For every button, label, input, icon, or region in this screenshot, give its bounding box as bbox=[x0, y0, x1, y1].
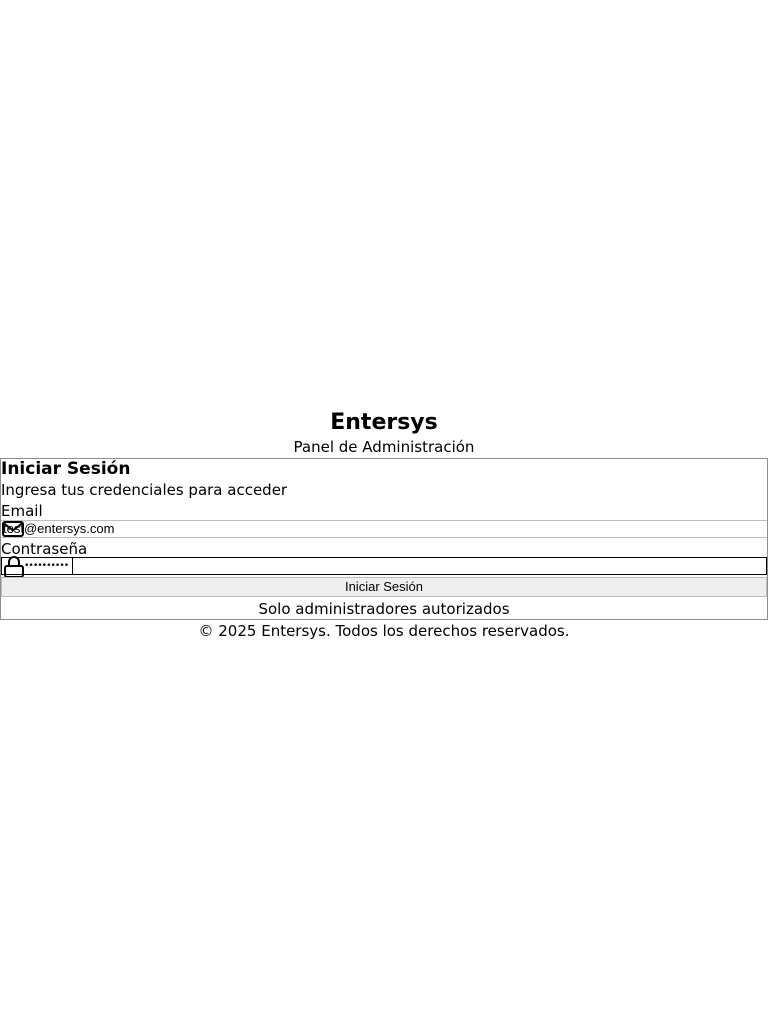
brand-subtitle: Panel de Administración bbox=[293, 438, 475, 456]
footer-copyright: © 2025 Entersys. Todos los derechos rese… bbox=[198, 622, 570, 640]
password-field[interactable] bbox=[1, 556, 767, 578]
brand-title: Entersys bbox=[330, 410, 438, 435]
email-field[interactable] bbox=[1, 520, 767, 538]
login-submit-button[interactable]: Iniciar Sesión bbox=[1, 577, 767, 597]
password-input[interactable] bbox=[24, 558, 73, 574]
login-page: Entersys Panel de Administración Iniciar… bbox=[0, 0, 768, 1024]
email-label: Email bbox=[1, 502, 43, 520]
login-card: Iniciar Sesión Ingresa tus credenciales … bbox=[0, 458, 768, 620]
login-description: Ingresa tus credenciales para acceder bbox=[1, 481, 288, 499]
email-input[interactable] bbox=[1, 521, 763, 537]
brand-header: Entersys Panel de Administración bbox=[0, 408, 768, 457]
login-title: Iniciar Sesión bbox=[1, 459, 131, 479]
admin-only-note: Solo administradores autorizados bbox=[258, 600, 510, 618]
lock-icon bbox=[4, 556, 24, 578]
